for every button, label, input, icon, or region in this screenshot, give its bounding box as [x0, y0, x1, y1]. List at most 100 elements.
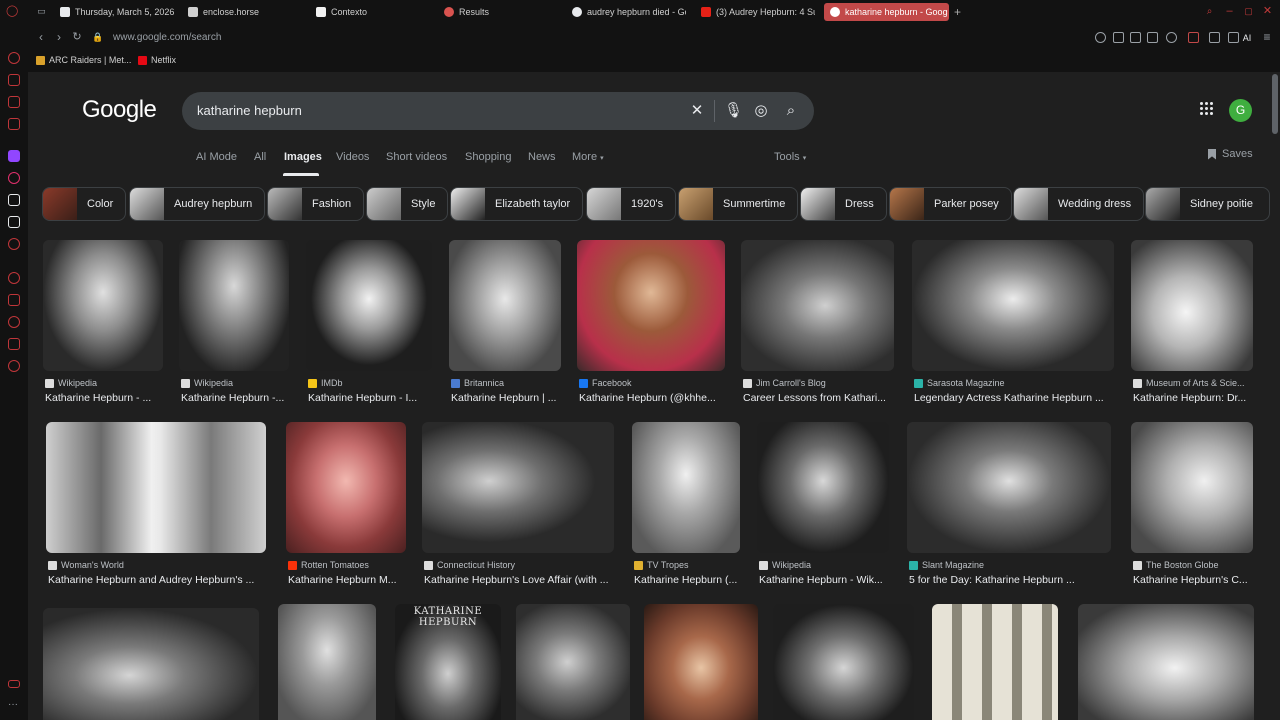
- gx-icon[interactable]: [8, 680, 20, 688]
- result-title[interactable]: Legendary Actress Katharine Hepburn ...: [914, 392, 1116, 404]
- result-thumbnail[interactable]: [773, 604, 914, 720]
- reload-icon[interactable]: ↻: [70, 30, 84, 44]
- chip-audrey-hepburn[interactable]: Audrey hepburn: [129, 187, 266, 221]
- chip-elizabeth-taylor[interactable]: Elizabeth taylor: [450, 187, 584, 221]
- result-title[interactable]: Katharine Hepburn | ...: [451, 392, 563, 404]
- result-title[interactable]: Katharine Hepburn - Wik...: [759, 574, 891, 586]
- result-thumbnail[interactable]: KATHARINE HEPBURN: [395, 604, 501, 720]
- result-thumbnail[interactable]: [449, 240, 561, 371]
- speed-dial-icon[interactable]: [8, 52, 20, 64]
- account-avatar[interactable]: G: [1229, 99, 1252, 122]
- tab-audrey-hepburn-died[interactable]: audrey hepburn died - Go: [572, 3, 686, 21]
- minimize-icon[interactable]: –: [1224, 6, 1235, 17]
- result-thumbnail[interactable]: [1078, 604, 1254, 720]
- scrollbar-thumb[interactable]: [1272, 74, 1278, 134]
- result-title[interactable]: Katharine Hepburn (...: [634, 574, 742, 586]
- result-thumbnail[interactable]: [932, 604, 1058, 720]
- result-title[interactable]: Katharine Hepburn and Audrey Hepburn's .…: [48, 574, 273, 586]
- more-icon[interactable]: ···: [8, 700, 20, 714]
- tab-results[interactable]: Results: [444, 3, 554, 21]
- chip-dress[interactable]: Dress: [800, 187, 887, 221]
- tab-news[interactable]: News: [528, 151, 556, 163]
- saves-button[interactable]: Saves: [1208, 148, 1253, 160]
- tab-images[interactable]: Images: [284, 151, 322, 163]
- search-tabs-icon[interactable]: ⌕: [1204, 6, 1215, 17]
- result-thumbnail[interactable]: [306, 240, 432, 371]
- result-thumbnail[interactable]: [43, 240, 163, 371]
- ai-icon[interactable]: AI: [1237, 31, 1257, 45]
- instagram-icon[interactable]: [8, 172, 20, 184]
- result-title[interactable]: Career Lessons from Kathari...: [743, 392, 896, 404]
- chip-summertime[interactable]: Summertime: [678, 187, 799, 221]
- menu-icon[interactable]: ≡: [1260, 30, 1274, 44]
- result-title[interactable]: 5 for the Day: Katharine Hepburn ...: [909, 574, 1113, 586]
- result-thumbnail[interactable]: [43, 608, 259, 720]
- tab-calendar[interactable]: Thursday, March 5, 2026: [60, 3, 174, 21]
- twitch-icon[interactable]: [8, 150, 20, 162]
- result-thumbnail[interactable]: [907, 422, 1111, 553]
- x-icon[interactable]: [8, 216, 20, 228]
- chip-fashion[interactable]: Fashion: [267, 187, 365, 221]
- tab-short-videos[interactable]: Short videos: [386, 151, 447, 163]
- close-icon[interactable]: ✕: [1262, 6, 1273, 17]
- search-input[interactable]: katharine hepburn ✕ 🎙 ◎ ⌕: [182, 92, 814, 130]
- forward-icon[interactable]: ›: [52, 30, 66, 44]
- result-thumbnail[interactable]: [46, 422, 266, 553]
- play-icon[interactable]: [1147, 32, 1158, 43]
- result-title[interactable]: Katharine Hepburn: Dr...: [1133, 392, 1255, 404]
- tab-workspaces-icon[interactable]: ▭: [36, 6, 47, 17]
- tab-youtube-audrey[interactable]: (3) Audrey Hepburn: 4 Su: [701, 3, 815, 21]
- result-title[interactable]: Katharine Hepburn -...: [181, 392, 291, 404]
- extensions-icon[interactable]: [8, 294, 20, 306]
- page-scrollbar[interactable]: [1270, 72, 1280, 720]
- player-icon[interactable]: [8, 272, 20, 284]
- result-thumbnail[interactable]: [912, 240, 1114, 371]
- result-title[interactable]: Katharine Hepburn's Love Affair (with ..…: [424, 574, 616, 586]
- tab-all[interactable]: All: [254, 151, 266, 163]
- result-thumbnail[interactable]: [577, 240, 725, 371]
- news-icon[interactable]: [8, 96, 20, 108]
- downloads-icon[interactable]: [8, 338, 20, 350]
- opera-logo-icon[interactable]: ◯: [6, 6, 18, 17]
- back-icon[interactable]: ‹: [34, 30, 48, 44]
- url-text[interactable]: www.google.com/search: [113, 32, 221, 43]
- youtube-music-icon[interactable]: [8, 238, 20, 250]
- search-query[interactable]: katharine hepburn: [197, 103, 302, 118]
- tab-more[interactable]: More ▾: [572, 151, 604, 163]
- result-title[interactable]: Katharine Hepburn's C...: [1133, 574, 1255, 586]
- bookmarks-icon[interactable]: [8, 74, 20, 86]
- maximize-icon[interactable]: ▢: [1243, 6, 1254, 17]
- result-thumbnail[interactable]: [179, 240, 289, 371]
- apps-grid-icon[interactable]: [1200, 102, 1214, 116]
- pin-icon[interactable]: [1113, 32, 1124, 43]
- tab-videos[interactable]: Videos: [336, 151, 369, 163]
- new-tab-button[interactable]: +: [954, 3, 966, 21]
- clear-icon[interactable]: ✕: [688, 102, 706, 120]
- microphone-icon[interactable]: 🎙: [724, 102, 743, 120]
- snapshot-icon[interactable]: [1130, 32, 1141, 43]
- gmail-icon[interactable]: [8, 118, 20, 130]
- history-icon[interactable]: [8, 316, 20, 328]
- chip-style[interactable]: Style: [366, 187, 449, 221]
- tools-button[interactable]: Tools ▾: [774, 151, 806, 163]
- zoom-icon[interactable]: [1095, 32, 1106, 43]
- result-thumbnail[interactable]: [644, 604, 758, 720]
- search-icon[interactable]: ⌕: [782, 102, 800, 120]
- result-thumbnail[interactable]: [741, 240, 894, 371]
- result-thumbnail[interactable]: [422, 422, 614, 553]
- chip-wedding-dress[interactable]: Wedding dress: [1013, 187, 1145, 221]
- result-thumbnail[interactable]: [1131, 240, 1253, 371]
- vpn-icon[interactable]: [1188, 32, 1199, 43]
- lens-icon[interactable]: ◎: [752, 102, 770, 120]
- heart-icon[interactable]: [1166, 32, 1177, 43]
- chip-1920s[interactable]: 1920's: [586, 187, 677, 221]
- tab-shopping[interactable]: Shopping: [465, 151, 512, 163]
- result-thumbnail[interactable]: [1131, 422, 1253, 553]
- settings-icon[interactable]: [8, 360, 20, 372]
- result-title[interactable]: Katharine Hepburn - I...: [308, 392, 432, 404]
- result-thumbnail[interactable]: [632, 422, 740, 553]
- result-thumbnail[interactable]: [516, 604, 630, 720]
- tiktok-icon[interactable]: [8, 194, 20, 206]
- result-title[interactable]: Katharine Hepburn (@khhe...: [579, 392, 727, 404]
- tab-katharine-hepburn[interactable]: katharine hepburn - Goog: [824, 3, 949, 21]
